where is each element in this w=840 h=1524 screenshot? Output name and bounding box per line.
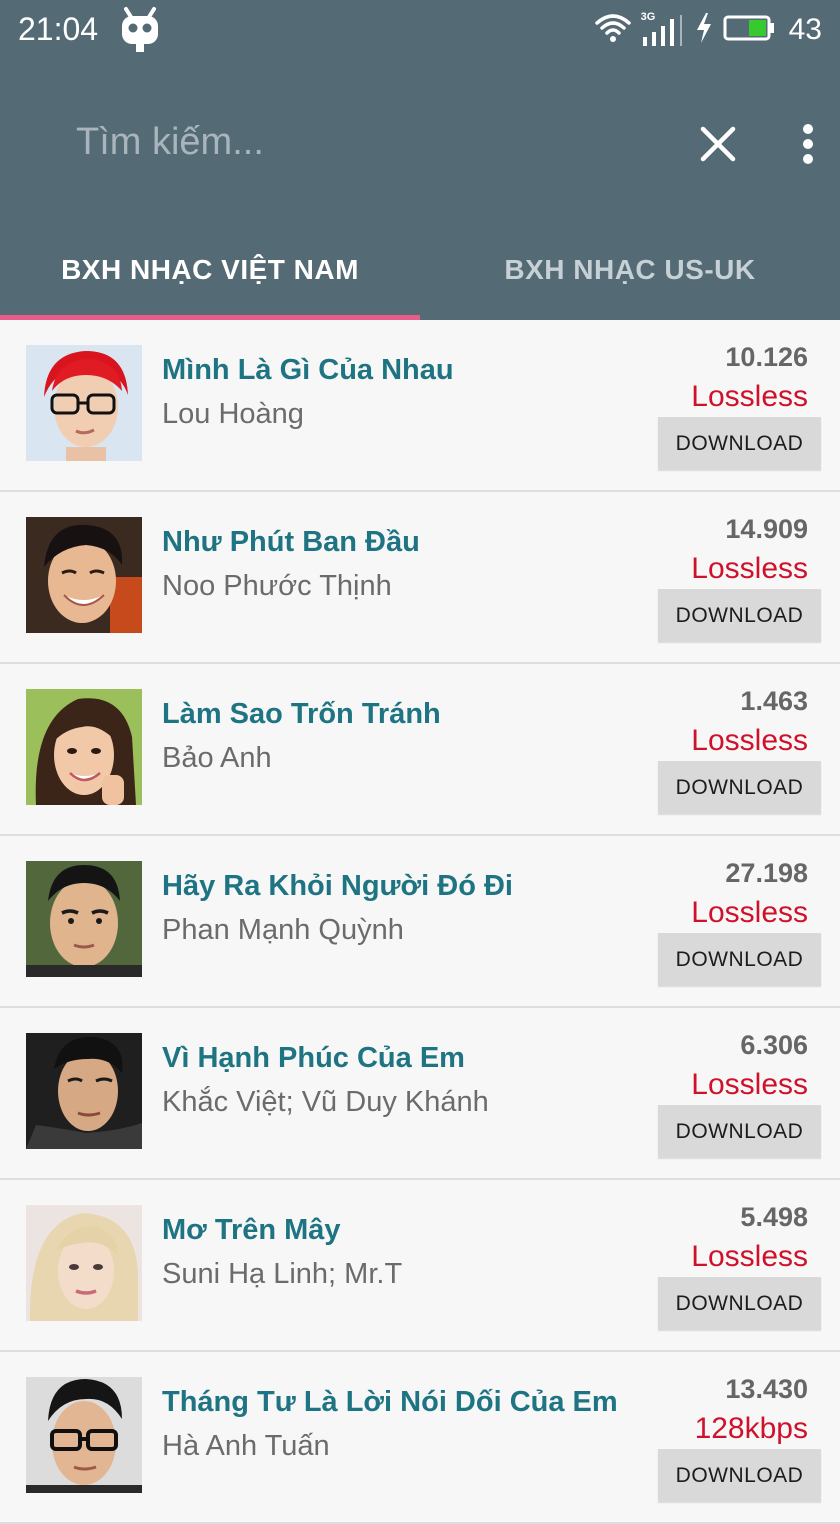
tab-us-uk-chart[interactable]: BXH NHẠC US-UK (420, 220, 840, 320)
charging-icon (695, 12, 713, 49)
song-artist: Bảo Anh (162, 742, 272, 774)
song-row[interactable]: Như Phút Ban Đầu Noo Phước Thịnh 14.909 … (0, 492, 840, 664)
song-artist: Khắc Việt; Vũ Duy Khánh (162, 1086, 489, 1118)
battery-level: 43 (788, 13, 822, 46)
artist-avatar (26, 517, 142, 633)
toolbar (0, 60, 840, 220)
song-title: Vì Hạnh Phúc Của Em (162, 1042, 465, 1074)
artist-avatar (26, 1377, 142, 1493)
song-title: Mình Là Gì Của Nhau (162, 354, 454, 386)
cyanogen-robot-icon (116, 6, 164, 54)
song-row[interactable]: Tháng Tư Là Lời Nói Dối Của Em Hà Anh Tu… (0, 1352, 840, 1524)
download-count: 1.463 (740, 686, 808, 716)
quality-label: Lossless (691, 1068, 808, 1101)
song-artist: Phan Mạnh Quỳnh (162, 914, 404, 946)
wifi-icon (594, 13, 631, 48)
song-title: Mơ Trên Mây (162, 1214, 341, 1246)
status-icons: 3G 43 (594, 11, 822, 49)
song-title: Làm Sao Trốn Tránh (162, 698, 441, 730)
status-time: 21:04 (18, 11, 99, 47)
song-artist: Hà Anh Tuấn (162, 1430, 330, 1462)
download-button[interactable]: DOWNLOAD (658, 589, 821, 642)
download-count: 13.430 (725, 1374, 808, 1404)
quality-label: Lossless (691, 1240, 808, 1273)
song-title: Hãy Ra Khỏi Người Đó Đi (162, 870, 513, 902)
song-title: Như Phút Ban Đầu (162, 526, 420, 558)
download-count: 10.126 (725, 342, 808, 372)
quality-label: Lossless (691, 724, 808, 757)
artist-avatar (26, 1033, 142, 1149)
download-button[interactable]: DOWNLOAD (658, 761, 821, 814)
song-row[interactable]: Vì Hạnh Phúc Của Em Khắc Việt; Vũ Duy Kh… (0, 1008, 840, 1180)
artist-avatar (26, 689, 142, 805)
song-row[interactable]: Làm Sao Trốn Tránh Bảo Anh 1.463 Lossles… (0, 664, 840, 836)
download-button[interactable]: DOWNLOAD (658, 1449, 821, 1502)
quality-label: Lossless (691, 380, 808, 413)
song-title: Tháng Tư Là Lời Nói Dối Của Em (162, 1386, 618, 1418)
download-count: 6.306 (740, 1030, 808, 1060)
song-row[interactable]: Mình Là Gì Của Nhau Lou Hoàng 10.126 Los… (0, 320, 840, 492)
artist-avatar (26, 345, 142, 461)
artist-avatar (26, 1205, 142, 1321)
search-input[interactable] (76, 112, 636, 172)
download-count: 5.498 (740, 1202, 808, 1232)
download-count: 27.198 (725, 858, 808, 888)
signal-icon: 3G (641, 11, 685, 47)
song-row[interactable]: Mơ Trên Mây Suni Hạ Linh; Mr.T 5.498 Los… (0, 1180, 840, 1352)
download-button[interactable]: DOWNLOAD (658, 1105, 821, 1158)
download-count: 14.909 (725, 514, 808, 544)
status-bar: 21:04 3G 43 (0, 0, 840, 60)
download-button[interactable]: DOWNLOAD (658, 417, 821, 470)
song-artist: Lou Hoàng (162, 398, 304, 430)
song-row[interactable]: Hãy Ra Khỏi Người Đó Đi Phan Mạnh Quỳnh … (0, 836, 840, 1008)
artist-avatar (26, 861, 142, 977)
overflow-menu-button[interactable] (786, 118, 830, 174)
close-icon (699, 125, 737, 168)
quality-label: 128kbps (694, 1412, 808, 1445)
more-vert-icon (802, 123, 814, 169)
song-artist: Suni Hạ Linh; Mr.T (162, 1258, 403, 1290)
battery-icon (723, 13, 775, 48)
download-button[interactable]: DOWNLOAD (658, 1277, 821, 1330)
quality-label: Lossless (691, 552, 808, 585)
tab-vietnam-chart[interactable]: BXH NHẠC VIỆT NAM (0, 220, 420, 320)
song-artist: Noo Phước Thịnh (162, 570, 392, 602)
quality-label: Lossless (691, 896, 808, 929)
close-button[interactable] (690, 118, 746, 174)
tab-bar: BXH NHẠC VIỆT NAM BXH NHẠC US-UK (0, 220, 840, 320)
download-button[interactable]: DOWNLOAD (658, 933, 821, 986)
song-list: Mình Là Gì Của Nhau Lou Hoàng 10.126 Los… (0, 320, 840, 1524)
